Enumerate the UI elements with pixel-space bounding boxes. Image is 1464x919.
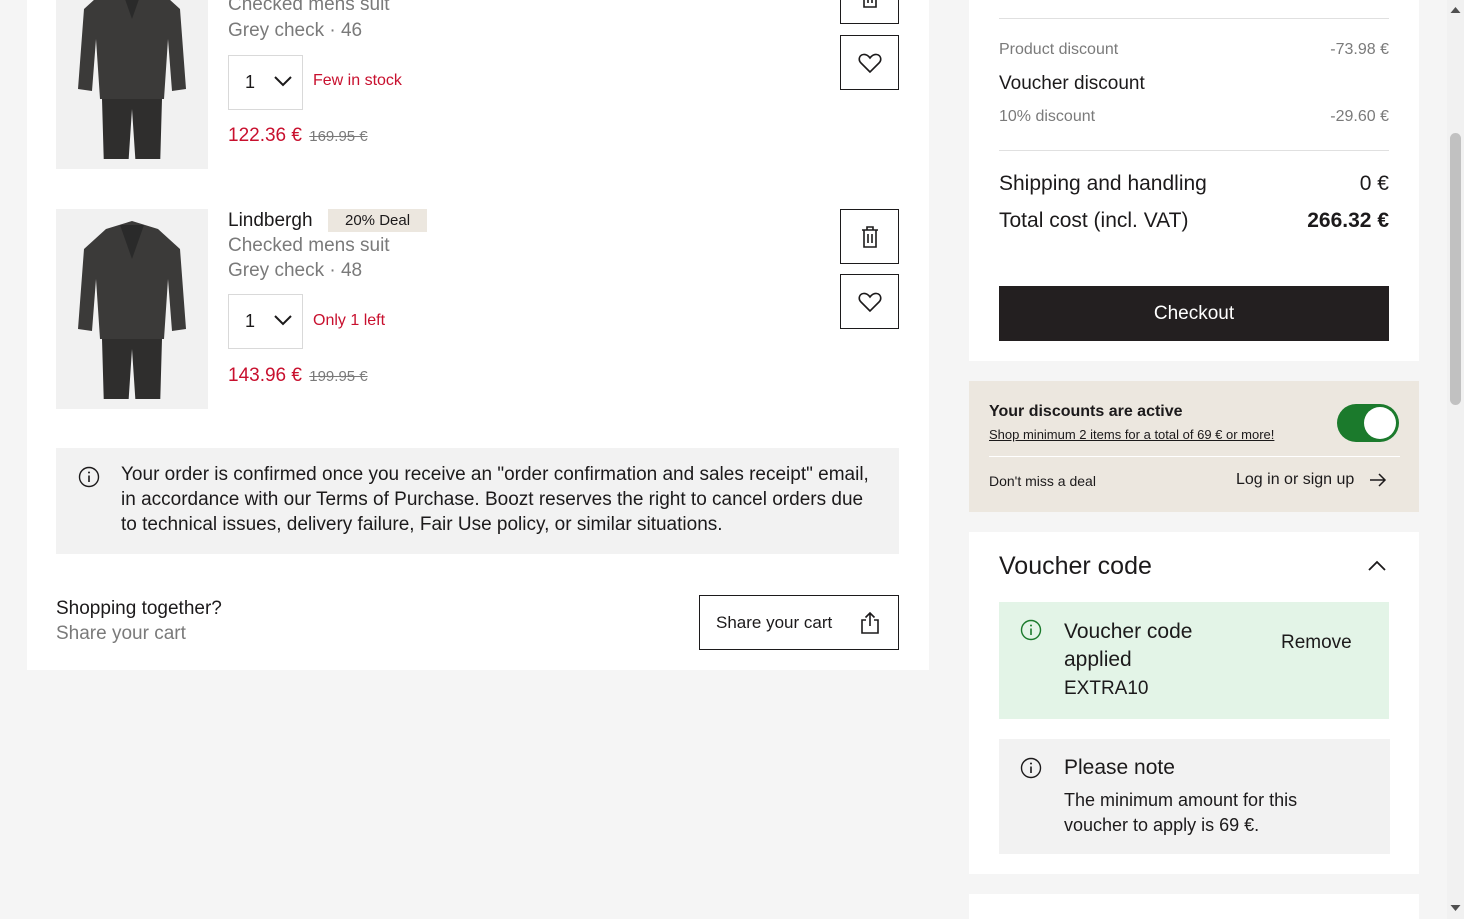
dont-miss-text: Don't miss a deal (989, 473, 1096, 489)
login-link[interactable]: Log in or sign up (1236, 471, 1354, 489)
order-summary: Product discount -73.98 € Voucher discou… (969, 0, 1419, 361)
quantity-select[interactable]: 1 (228, 294, 303, 349)
divider (989, 456, 1400, 457)
product-price: 143.96 € 199.95 € (228, 365, 368, 387)
order-info-box: Your order is confirmed once you receive… (56, 448, 899, 554)
divider (999, 18, 1389, 19)
total-label: Total cost (incl. VAT) (999, 209, 1189, 232)
product-price: 122.36 € 169.95 € (228, 125, 368, 147)
discounts-panel: Your discounts are active Shop minimum 2… (969, 381, 1419, 512)
scroll-down-arrow-icon[interactable] (1450, 904, 1461, 912)
chevron-down-icon (274, 315, 292, 326)
note-title: Please note (1064, 756, 1175, 779)
quantity-value: 1 (245, 72, 256, 92)
product-variant: Grey check · 48 (228, 260, 363, 281)
scrollbar-thumb[interactable] (1450, 133, 1461, 405)
sale-price: 122.36 € (228, 125, 302, 146)
heart-icon (857, 53, 882, 73)
original-price: 169.95 € (309, 128, 368, 145)
page-scrollbar[interactable] (1447, 0, 1464, 919)
info-icon (78, 466, 100, 488)
info-icon (1020, 757, 1042, 779)
chevron-up-icon[interactable] (1368, 560, 1386, 571)
product-variant: Grey check · 46 (228, 20, 363, 41)
voucher-discount-label: Voucher discount (999, 73, 1145, 94)
product-image[interactable] (56, 0, 208, 169)
share-question: Shopping together? (56, 598, 222, 619)
discounts-title: Your discounts are active (989, 403, 1183, 420)
percent-discount-value: -29.60 € (1330, 108, 1389, 125)
discounts-toggle[interactable] (1337, 404, 1399, 442)
note-text: The minimum amount for this voucher to a… (1064, 790, 1298, 835)
heart-icon (857, 292, 882, 312)
discounts-link[interactable]: Shop minimum 2 items for a total of 69 €… (989, 427, 1274, 442)
voucher-applied-title: Voucher code applied (1064, 620, 1193, 671)
cart-item: Lindbergh 20% Deal Checked mens suit Gre… (56, 209, 901, 409)
toggle-knob (1364, 407, 1396, 439)
sale-price: 143.96 € (228, 365, 302, 386)
trash-icon (862, 0, 877, 8)
shipping-label: Shipping and handling (999, 172, 1207, 195)
chevron-down-icon (274, 76, 292, 87)
suit-image (78, 0, 186, 159)
remove-item-button[interactable] (840, 0, 899, 24)
share-cart-button[interactable]: Share your cart (699, 595, 899, 650)
stock-status: Only 1 left (313, 312, 386, 329)
remove-item-button[interactable] (840, 209, 899, 264)
share-cart-label: Share your cart (716, 613, 833, 632)
remove-voucher-button[interactable]: Remove (1281, 632, 1352, 654)
cart-item: Checked mens suit Grey check · 46 1 Few … (56, 0, 901, 169)
product-discount-value: -73.98 € (1330, 41, 1389, 58)
voucher-applied-box: Voucher code applied EXTRA10 Remove (999, 602, 1389, 719)
voucher-title[interactable]: Voucher code (999, 552, 1152, 581)
wishlist-button[interactable] (840, 274, 899, 329)
total-value: 266.32 € (1307, 209, 1389, 232)
divider (999, 150, 1389, 151)
suit-image (78, 221, 186, 399)
next-panel (969, 894, 1419, 919)
shipping-value: 0 € (1359, 172, 1389, 195)
quantity-select[interactable]: 1 (228, 55, 303, 110)
deal-badge: 20% Deal (328, 209, 428, 232)
stock-status: Few in stock (313, 72, 402, 89)
product-discount-label: Product discount (999, 41, 1119, 58)
checkout-button[interactable]: Checkout (999, 286, 1389, 341)
voucher-panel: Voucher code Voucher code applied EXTRA1… (969, 532, 1419, 874)
cart-panel: Checked mens suit Grey check · 46 1 Few … (27, 0, 929, 670)
product-brand[interactable]: Lindbergh (228, 210, 313, 232)
share-icon (861, 611, 879, 634)
order-info-text: Your order is confirmed once you receive… (121, 464, 869, 535)
share-subtitle: Share your cart (56, 623, 186, 644)
original-price: 199.95 € (309, 368, 368, 385)
wishlist-button[interactable] (840, 35, 899, 90)
percent-discount-label: 10% discount (999, 108, 1096, 125)
product-name: Checked mens suit (228, 235, 390, 256)
voucher-note-box: Please note The minimum amount for this … (999, 739, 1390, 854)
info-icon (1020, 619, 1042, 641)
scroll-up-arrow-icon[interactable] (1450, 6, 1461, 14)
quantity-value: 1 (245, 311, 256, 331)
voucher-code: EXTRA10 (1064, 678, 1149, 699)
product-image[interactable] (56, 209, 208, 409)
arrow-right-icon[interactable] (1369, 473, 1387, 487)
trash-icon (861, 225, 878, 248)
product-name: Checked mens suit (228, 0, 390, 15)
